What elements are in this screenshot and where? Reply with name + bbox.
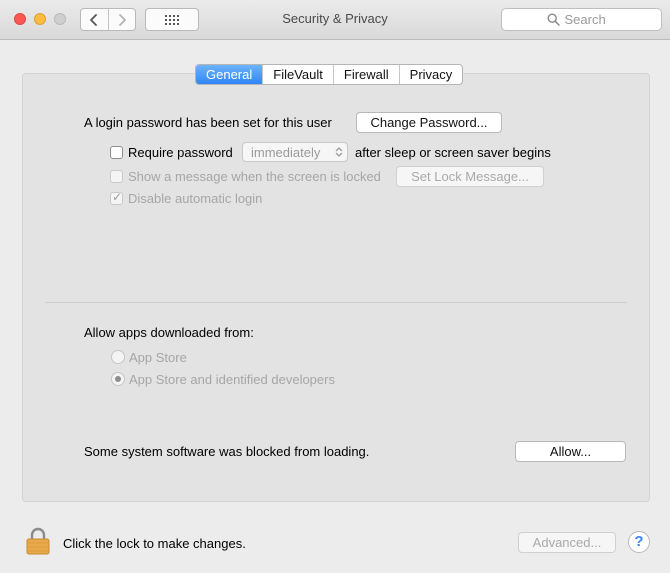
forward-button[interactable] — [107, 9, 136, 30]
chevron-left-icon — [90, 13, 98, 26]
window-title: Security & Privacy — [282, 11, 388, 26]
checkmark-icon: ✓ — [112, 190, 123, 204]
magnifier-icon — [546, 13, 560, 26]
section-divider — [45, 302, 627, 303]
radio-selected-dot — [115, 376, 121, 382]
login-password-text: A login password has been set for this u… — [84, 115, 332, 130]
lock-icon[interactable] — [26, 527, 50, 555]
tab-bar: General FileVault Firewall Privacy — [195, 64, 464, 85]
blocked-software-text: Some system software was blocked from lo… — [84, 444, 370, 459]
allow-apps-heading: Allow apps downloaded from: — [84, 325, 254, 340]
select-value: immediately — [251, 145, 321, 160]
search-input[interactable] — [564, 12, 617, 27]
require-password-label: Require password — [128, 145, 233, 160]
tab-filevault[interactable]: FileVault — [262, 65, 333, 84]
lock-text: Click the lock to make changes. — [63, 536, 246, 551]
grid-icon — [165, 14, 179, 25]
radio-app-store-label: App Store — [129, 350, 187, 365]
up-down-arrows-icon — [335, 147, 343, 157]
radio-app-store-identified[interactable] — [111, 372, 125, 386]
tab-privacy[interactable]: Privacy — [398, 65, 463, 84]
require-password-delay-select[interactable]: immediately — [242, 142, 348, 162]
content-panel — [22, 73, 650, 502]
search-field[interactable] — [501, 8, 662, 31]
title-bar: Security & Privacy — [0, 0, 670, 40]
zoom-window-button[interactable] — [54, 13, 66, 25]
radio-app-store-identified-label: App Store and identified developers — [129, 372, 335, 387]
tab-firewall[interactable]: Firewall — [332, 65, 399, 84]
allow-button[interactable]: Allow... — [515, 441, 626, 462]
minimize-window-button[interactable] — [34, 13, 46, 25]
back-button[interactable] — [81, 9, 108, 30]
show-all-button[interactable] — [145, 8, 199, 31]
close-window-button[interactable] — [14, 13, 26, 25]
help-button[interactable]: ? — [628, 531, 650, 553]
set-lock-message-button[interactable]: Set Lock Message... — [396, 166, 544, 187]
advanced-button[interactable]: Advanced... — [518, 532, 616, 553]
chevron-right-icon — [118, 13, 126, 26]
show-message-label: Show a message when the screen is locked — [128, 169, 381, 184]
radio-app-store[interactable] — [111, 350, 125, 364]
tab-general[interactable]: General — [196, 65, 263, 84]
change-password-button[interactable]: Change Password... — [356, 112, 502, 133]
require-password-checkbox[interactable] — [110, 146, 123, 159]
show-message-checkbox[interactable] — [110, 170, 123, 183]
disable-auto-login-checkbox[interactable]: ✓ — [110, 190, 123, 205]
security-privacy-window: Security & Privacy General FileVault Fir… — [0, 0, 670, 573]
disable-auto-login-label: Disable automatic login — [128, 191, 263, 206]
navigation-buttons — [80, 8, 136, 31]
require-password-suffix: after sleep or screen saver begins — [355, 145, 551, 160]
